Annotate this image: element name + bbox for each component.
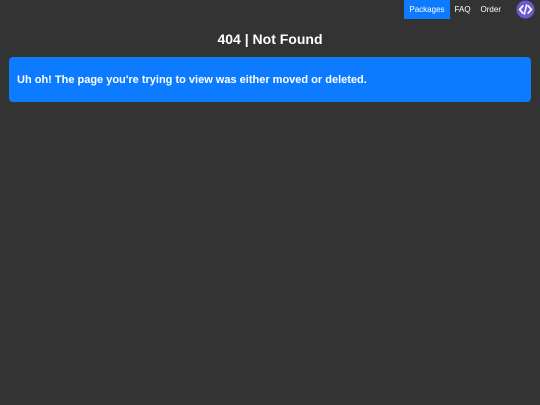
alert-banner: Uh oh! The page you're trying to view wa… [9, 57, 531, 102]
top-navigation: Packages FAQ Order [404, 0, 540, 19]
alert-message: Uh oh! The page you're trying to view wa… [17, 73, 367, 86]
site-logo[interactable] [516, 0, 535, 19]
code-brackets-icon [516, 0, 535, 19]
nav-item-order[interactable]: Order [476, 0, 506, 19]
page-title: 404 | Not Found [217, 31, 323, 47]
nav-item-faq[interactable]: FAQ [450, 0, 476, 19]
nav-item-faq-label: FAQ [454, 5, 471, 14]
nav-item-packages[interactable]: Packages [404, 0, 450, 19]
nav-item-packages-label: Packages [409, 5, 445, 14]
nav-item-order-label: Order [480, 5, 501, 14]
